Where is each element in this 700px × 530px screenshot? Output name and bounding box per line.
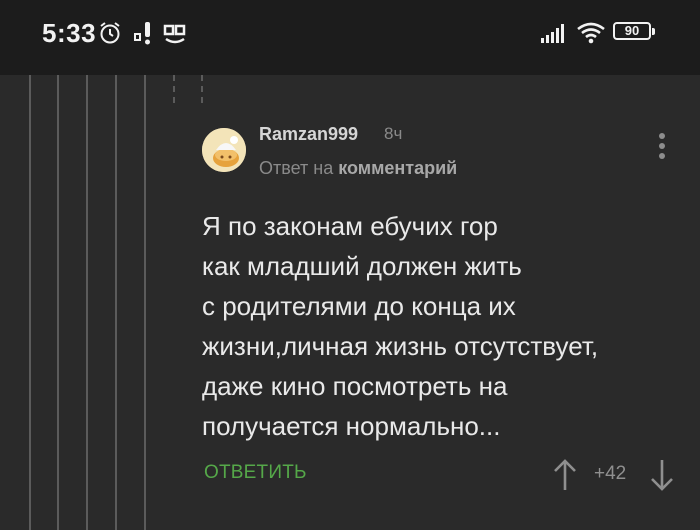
thread-line[interactable] <box>57 75 59 530</box>
reply-prefix: Ответ на <box>259 158 334 178</box>
reply-to-label[interactable]: Ответ на комментарий <box>259 158 457 179</box>
comment-text-line: как младший должен жить <box>202 251 522 281</box>
wifi-icon <box>577 22 605 44</box>
comment-text-line: даже кино посмотреть на <box>202 371 508 401</box>
thread-line[interactable] <box>29 75 31 530</box>
avatar[interactable] <box>202 128 246 172</box>
battery-indicator: 90 <box>613 22 651 40</box>
screen: 5:33 90 Ramzan999 8ч Ответ на комментари… <box>0 0 700 530</box>
comment-body: Я по законам ебучих гор как младший долж… <box>202 206 672 446</box>
downvote-arrow-icon[interactable] <box>649 458 675 492</box>
app-icon <box>163 24 186 44</box>
comment-time: 8ч <box>384 124 403 143</box>
reply-target-link[interactable]: комментарий <box>338 158 457 178</box>
thread-line[interactable] <box>144 75 146 530</box>
status-time: 5:33 <box>42 18 97 48</box>
signal-icon <box>541 24 564 43</box>
thread-line[interactable] <box>115 75 117 530</box>
alarm-icon <box>100 22 120 44</box>
battery-tip <box>652 28 655 35</box>
notification-icon <box>134 22 150 45</box>
comment-rating: +42 <box>594 463 627 484</box>
comment-text-line: жизни,личная жизнь отсутствует, <box>202 331 599 361</box>
thread-line-dashed[interactable] <box>201 75 203 103</box>
comment-text-line: получается нормально... <box>202 411 501 441</box>
more-options-icon[interactable] <box>654 133 670 163</box>
comment-author[interactable]: Ramzan999 <box>259 124 358 145</box>
comment-text-line: с родителями до конца их <box>202 291 516 321</box>
comment-text-line: Я по законам ебучих гор <box>202 211 498 241</box>
reply-button[interactable]: ОТВЕТИТЬ <box>204 462 307 484</box>
upvote-arrow-icon[interactable] <box>552 458 578 492</box>
status-bar: 5:33 90 <box>0 0 700 75</box>
avatar-image-icon <box>202 128 246 172</box>
thread-line[interactable] <box>86 75 88 530</box>
thread-line-dashed[interactable] <box>173 75 175 103</box>
